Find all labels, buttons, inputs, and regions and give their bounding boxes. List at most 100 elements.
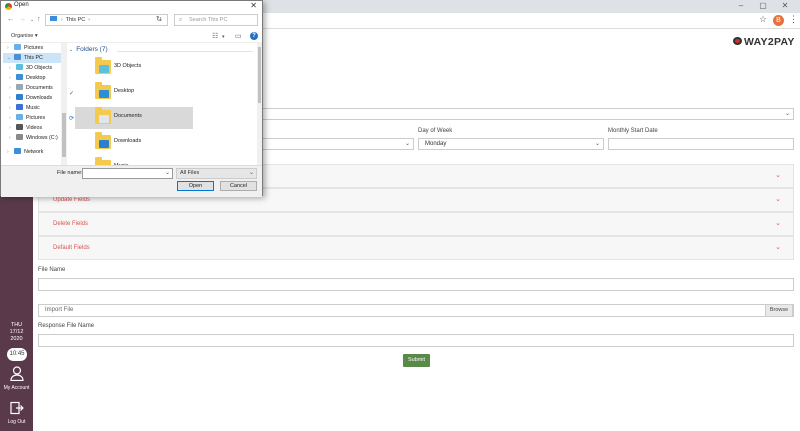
chevron-down-icon: ⌄	[775, 172, 781, 179]
menu-icon[interactable]: ⋮	[789, 14, 798, 25]
address-path: This PC	[65, 17, 86, 23]
open-button[interactable]: Open	[177, 181, 214, 191]
tree-item[interactable]: › Documents	[3, 83, 66, 93]
folder-overlay-icon	[99, 140, 109, 148]
file-name-combo[interactable]: ⌄	[82, 168, 173, 179]
tree-item-icon	[14, 44, 21, 50]
view-options-icon[interactable]: ☷	[212, 32, 218, 40]
folder-item[interactable]: Desktop	[75, 82, 193, 104]
browse-button[interactable]: Browse	[765, 304, 793, 317]
expand-arrow-icon[interactable]: ›	[9, 73, 16, 83]
tree-item[interactable]: › Desktop	[3, 73, 66, 83]
pc-icon	[50, 16, 57, 21]
expand-arrow-icon[interactable]: ›	[9, 63, 16, 73]
folders-header[interactable]: ⌄ Folders (7)	[69, 46, 108, 53]
folder-scrollbar[interactable]	[257, 43, 262, 165]
folder-name: 3D Objects	[114, 63, 142, 69]
tree-item[interactable]: › 3D Objects	[3, 63, 66, 73]
star-icon[interactable]: ☆	[759, 14, 767, 25]
tree-item[interactable]: › Windows (C:)	[3, 133, 66, 143]
refresh-icon[interactable]: ↻	[156, 15, 162, 23]
up-arrow-icon[interactable]: ↑	[37, 16, 41, 23]
response-file-input[interactable]	[38, 334, 794, 347]
expand-arrow-icon[interactable]: ⌄	[7, 53, 14, 63]
chevron-down-icon: ⌄	[164, 170, 170, 176]
file-name-label: File name:	[57, 170, 83, 176]
tree-item-label: Network	[24, 149, 44, 155]
file-name-label: File Name	[38, 267, 66, 273]
tree-item[interactable]: › Downloads	[3, 93, 66, 103]
minimize-button[interactable]: –	[734, 0, 748, 12]
recent-dropdown-icon[interactable]: ⌄	[30, 17, 34, 23]
folder-name: Desktop	[114, 88, 135, 94]
tree-item[interactable]: › Pictures	[3, 113, 66, 123]
expand-arrow-icon[interactable]: ›	[9, 113, 16, 123]
log-out-button[interactable]: Log Out	[0, 401, 33, 426]
folder-item[interactable]: Downloads	[75, 132, 193, 154]
submit-button[interactable]: Submit	[403, 354, 430, 367]
dialog-title-bar: Open ✕	[1, 1, 262, 12]
day-of-week-select[interactable]: Monday ⌄	[418, 138, 604, 150]
expand-arrow-icon[interactable]: ›	[9, 93, 16, 103]
back-arrow-icon[interactable]: ←	[7, 16, 14, 23]
monthly-start-input[interactable]	[608, 138, 794, 150]
accordion-delete-fields[interactable]: Delete Fields ⌄	[38, 212, 794, 236]
file-name-input[interactable]	[38, 278, 794, 291]
close-icon[interactable]: ✕	[250, 1, 257, 10]
tree-item[interactable]: › Pictures	[3, 43, 66, 53]
tree-item[interactable]: ⌄ This PC	[3, 53, 66, 63]
import-file-field[interactable]: Import File Browse	[38, 304, 794, 317]
folder-scroll-thumb[interactable]	[258, 47, 261, 103]
expand-arrow-icon[interactable]: ›	[9, 123, 16, 133]
tree-item-label: Pictures	[26, 115, 46, 121]
maximize-button[interactable]: ▢	[756, 0, 770, 12]
file-type-select[interactable]: All Files ⌄	[176, 168, 257, 179]
expand-arrow-icon[interactable]: ›	[7, 147, 14, 157]
expand-arrow-icon[interactable]: ›	[7, 43, 14, 53]
tree-item-label: This PC	[24, 55, 43, 61]
day-of-week-value: Monday	[425, 141, 447, 147]
screen: – ▢ ✕ ☆ B ⋮ THU 17/12 2020 10:45 My Acco…	[0, 0, 800, 431]
cancel-button[interactable]: Cancel	[220, 181, 257, 191]
tree-item-icon	[16, 124, 23, 130]
my-account-button[interactable]: My Account	[0, 366, 33, 392]
expand-arrow-icon[interactable]: ›	[9, 103, 16, 113]
tree-item[interactable]: › Music	[3, 103, 66, 113]
sidebar-day: THU	[10, 322, 23, 328]
chevron-down-icon: ⌄	[775, 244, 781, 251]
day-of-week-label: Day of Week	[418, 128, 453, 134]
tree-scrollbar[interactable]	[61, 43, 67, 165]
chevron-down-icon: ⌄	[784, 111, 790, 117]
tree-item[interactable]: › Videos	[3, 123, 66, 133]
preview-pane-icon[interactable]: ▭	[235, 32, 242, 40]
dialog-search-input[interactable]: ⌕ Search This PC	[174, 14, 258, 26]
organise-menu[interactable]: Organise ▾	[11, 33, 38, 39]
chevron-down-icon: ⌄	[775, 196, 781, 203]
sync-status-icon: ✓	[69, 91, 75, 97]
search-placeholder: Search This PC	[189, 17, 228, 23]
tree-item[interactable]: › Network	[3, 147, 66, 157]
brand-logo: WAY2PAY	[733, 36, 795, 48]
expand-arrow-icon[interactable]: ›	[9, 83, 16, 93]
folder-item[interactable]: 3D Objects	[75, 57, 193, 79]
forward-arrow-icon[interactable]: →	[19, 16, 26, 23]
brand-name: WAY2PAY	[744, 36, 795, 48]
schedule-select[interactable]: ⌄	[262, 138, 414, 150]
folder-item[interactable]: Documents	[75, 107, 193, 129]
folder-name: Documents	[114, 113, 142, 119]
view-dropdown-icon[interactable]: ▾	[222, 34, 225, 40]
dialog-address-bar[interactable]: › This PC › ⌄	[45, 14, 168, 26]
top-select[interactable]: ⌄	[262, 108, 794, 120]
chrome-icon	[5, 3, 12, 10]
dialog-title: Open	[14, 2, 29, 8]
accordion-default-fields[interactable]: Default Fields ⌄	[38, 236, 794, 260]
sync-status-icon: ⟳	[69, 116, 75, 122]
avatar[interactable]: B	[773, 15, 784, 26]
folder-item[interactable]: Music	[75, 157, 193, 165]
expand-arrow-icon[interactable]: ›	[9, 133, 16, 143]
help-icon[interactable]: ?	[250, 32, 258, 40]
close-window-button[interactable]: ✕	[778, 0, 792, 12]
tree-scroll-thumb[interactable]	[62, 113, 66, 157]
chevron-right-icon: ›	[88, 17, 90, 23]
user-icon	[0, 366, 33, 384]
